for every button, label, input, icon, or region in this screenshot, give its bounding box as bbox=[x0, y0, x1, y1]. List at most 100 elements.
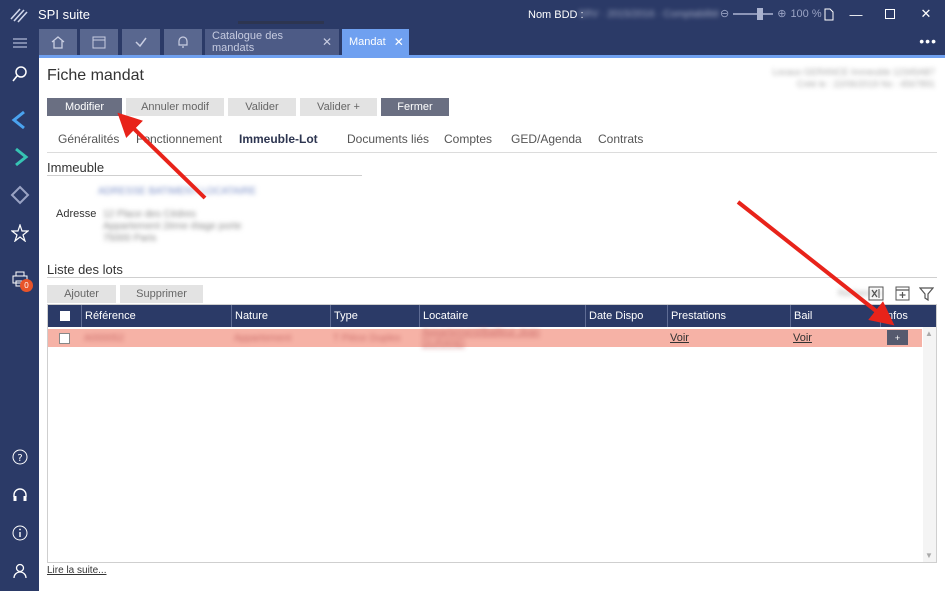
maximize-button[interactable] bbox=[879, 4, 901, 24]
immeuble-section-title: Immeuble bbox=[47, 160, 105, 175]
more-options-icon[interactable]: ••• bbox=[919, 33, 937, 49]
mandate-info: Locaux GERANCE Immeuble 12345AB7 Créé le… bbox=[772, 66, 935, 90]
column-nature[interactable]: Nature bbox=[231, 305, 330, 327]
tab-accent-line bbox=[39, 55, 945, 58]
column-reference[interactable]: Référence bbox=[81, 305, 231, 327]
zoom-control[interactable]: ⊖ ⊕ 100 % bbox=[720, 7, 822, 20]
column-bail[interactable]: Bail bbox=[790, 305, 880, 327]
prestations-voir-link[interactable]: Voir bbox=[670, 332, 689, 344]
calendar-tab-button[interactable] bbox=[80, 29, 118, 55]
user-profile-icon[interactable] bbox=[0, 557, 39, 585]
tab-strip: Catalogue des mandats ✕ Mandat ✕ ••• bbox=[39, 29, 945, 55]
home-tab-button[interactable] bbox=[39, 29, 77, 55]
tab-documents-lies[interactable]: Documents liés bbox=[347, 132, 429, 146]
info-icon[interactable] bbox=[0, 519, 39, 547]
support-headset-icon[interactable] bbox=[0, 481, 39, 509]
nav-forward-icon[interactable] bbox=[0, 143, 39, 171]
zoom-slider[interactable] bbox=[733, 7, 774, 20]
grid-scrollbar[interactable]: ▲ ▼ bbox=[923, 327, 936, 562]
divider bbox=[47, 152, 937, 153]
address-line: 75000 Paris bbox=[103, 233, 157, 244]
select-all-cell[interactable] bbox=[48, 305, 81, 327]
tab-mandat[interactable]: Mandat ✕ bbox=[342, 29, 409, 55]
lots-section-title: Liste des lots bbox=[47, 262, 123, 277]
address-label: Adresse bbox=[56, 208, 97, 220]
search-icon[interactable] bbox=[0, 60, 39, 88]
close-tab-icon[interactable]: ✕ bbox=[394, 35, 404, 49]
lots-grid: Référence Nature Type Locataire Date Dis… bbox=[47, 304, 937, 563]
section-divider bbox=[47, 277, 937, 278]
tab-immeuble-lot[interactable]: Immeuble-Lot bbox=[239, 132, 318, 146]
column-locataire[interactable]: Locataire bbox=[419, 305, 585, 327]
select-all-checkbox[interactable] bbox=[59, 311, 70, 321]
scroll-up-icon[interactable]: ▲ bbox=[925, 329, 933, 338]
tab-catalogue-des-mandats[interactable]: Catalogue des mandats ✕ bbox=[205, 29, 339, 55]
zoom-out-icon[interactable]: ⊖ bbox=[720, 7, 729, 20]
column-prestations[interactable]: Prestations bbox=[667, 305, 790, 327]
row-select-cell[interactable] bbox=[56, 329, 76, 347]
zoom-level: 100 % bbox=[790, 7, 822, 20]
section-divider bbox=[47, 175, 362, 176]
modifier-button[interactable]: Modifier bbox=[47, 98, 122, 116]
db-value: SRV · 2015/2016 · Comptabilité bbox=[578, 9, 720, 20]
sidebar: 0 ? bbox=[0, 29, 39, 591]
scroll-down-icon[interactable]: ▼ bbox=[925, 551, 933, 560]
valider-plus-button[interactable]: Valider + bbox=[300, 98, 377, 116]
read-more-link[interactable]: Lire la suite... bbox=[47, 565, 106, 576]
tab-label: Catalogue des mandats bbox=[212, 30, 283, 54]
minimize-button[interactable]: — bbox=[845, 4, 867, 24]
bail-voir-link[interactable]: Voir bbox=[793, 332, 812, 344]
page-title: Fiche mandat bbox=[47, 67, 144, 84]
notifications-bell-button[interactable] bbox=[164, 29, 202, 55]
table-row[interactable]: A000052 Appartement T Pièce Duplex Appar… bbox=[48, 327, 922, 349]
nav-diamond-icon[interactable] bbox=[0, 181, 39, 209]
add-column-icon[interactable] bbox=[894, 285, 910, 301]
help-icon[interactable]: ? bbox=[0, 443, 39, 471]
tab-comptes[interactable]: Comptes bbox=[444, 132, 492, 146]
app-logo-icon bbox=[0, 0, 38, 29]
tasks-tab-button[interactable] bbox=[122, 29, 160, 55]
active-tab-indicator bbox=[238, 21, 324, 24]
close-window-button[interactable]: ✕ bbox=[915, 4, 937, 24]
row-checkbox[interactable] bbox=[59, 332, 70, 344]
column-type[interactable]: Type bbox=[330, 305, 419, 327]
supprimer-lot-button[interactable]: Supprimer bbox=[120, 285, 203, 303]
fermer-button[interactable]: Fermer bbox=[381, 98, 449, 116]
document-icon[interactable] bbox=[818, 4, 840, 24]
mandate-info-line: Locaux GERANCE Immeuble 12345AB7 bbox=[772, 67, 935, 77]
tab-fonctionnement[interactable]: Fonctionnement bbox=[136, 132, 222, 146]
close-tab-icon[interactable]: ✕ bbox=[322, 35, 332, 49]
svg-text:?: ? bbox=[17, 453, 22, 464]
lot-locataire-link[interactable]: Appartement/Bailleur Jean DURAND bbox=[422, 327, 585, 349]
filter-icon[interactable] bbox=[918, 285, 934, 301]
infos-plus-button[interactable]: + bbox=[887, 330, 908, 345]
excel-export-icon[interactable] bbox=[868, 285, 884, 301]
address-line: Appartement 2ème étage porte bbox=[103, 221, 242, 232]
column-infos[interactable]: Infos bbox=[880, 305, 936, 327]
lot-nature: Appartement bbox=[234, 332, 292, 344]
lot-type: T Pièce Duplex bbox=[333, 332, 401, 344]
nav-back-icon[interactable] bbox=[0, 106, 39, 134]
tab-generalites[interactable]: Généralités bbox=[58, 132, 119, 146]
tab-contrats[interactable]: Contrats bbox=[598, 132, 643, 146]
immeuble-name: ADRESSE BATIMENT LOCATAIRE bbox=[98, 186, 257, 197]
zoom-in-icon[interactable]: ⊕ bbox=[777, 7, 786, 20]
tab-ged-agenda[interactable]: GED/Agenda bbox=[511, 132, 582, 146]
hamburger-menu-icon[interactable] bbox=[0, 29, 39, 57]
grid-header: Référence Nature Type Locataire Date Dis… bbox=[48, 305, 936, 327]
annuler-modif-button[interactable]: Annuler modif bbox=[126, 98, 224, 116]
printer-icon[interactable]: 0 bbox=[0, 265, 39, 293]
annotation-arrow bbox=[736, 200, 895, 326]
notification-badge: 0 bbox=[20, 279, 33, 292]
column-date-dispo[interactable]: Date Dispo bbox=[585, 305, 667, 327]
valider-button[interactable]: Valider bbox=[228, 98, 296, 116]
tab-label: Mandat bbox=[349, 36, 386, 48]
lot-reference: A000052 bbox=[84, 332, 125, 344]
title-bar: SPI suite Nom BDD : SRV · 2015/2016 · Co… bbox=[0, 0, 945, 29]
address-line: 12 Place des Cèdres bbox=[103, 209, 196, 220]
favorites-star-icon[interactable] bbox=[0, 219, 39, 247]
db-label: Nom BDD : bbox=[528, 9, 584, 21]
ajouter-lot-button[interactable]: Ajouter bbox=[47, 285, 116, 303]
app-title: SPI suite bbox=[38, 7, 91, 22]
mandate-info-line: Créé le : 22/06/2019 No : 4567891 bbox=[796, 79, 935, 89]
